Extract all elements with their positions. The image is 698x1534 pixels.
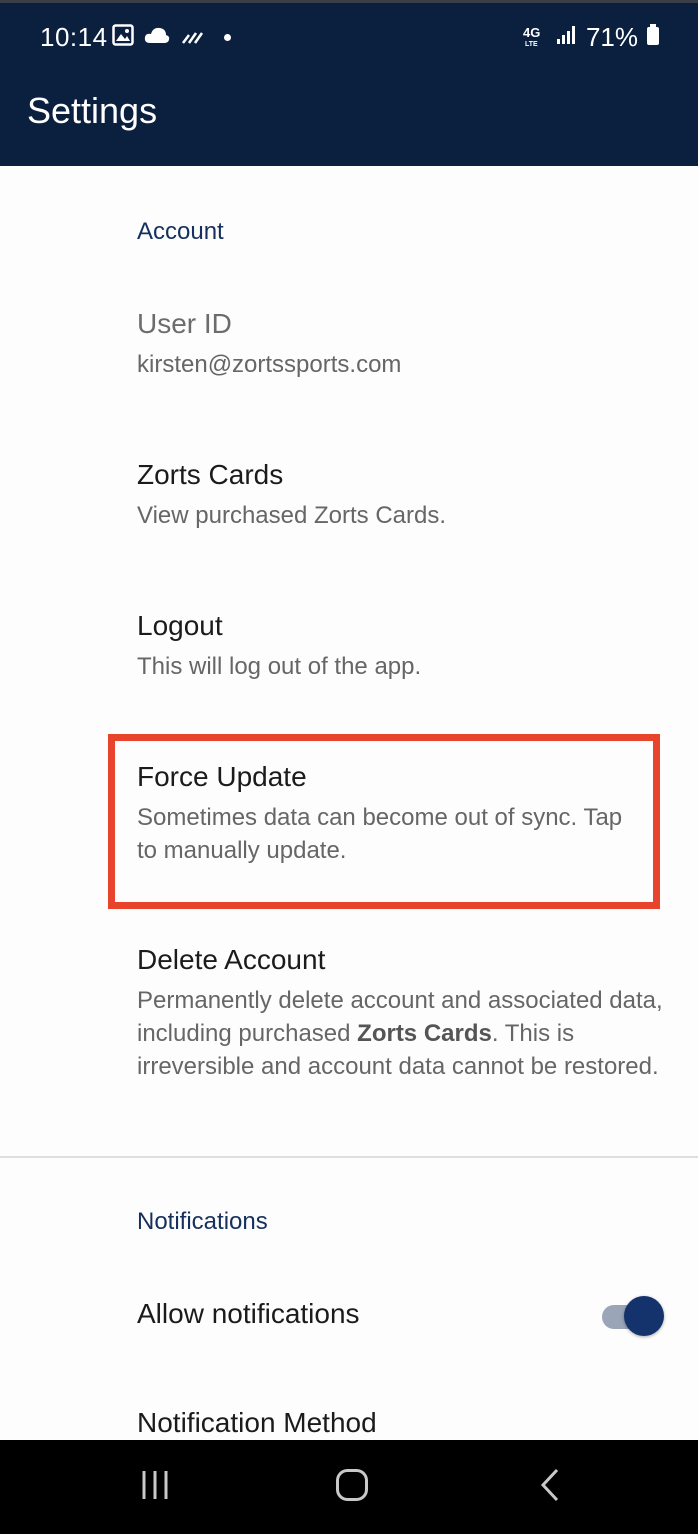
system-nav-bar [0,1440,698,1534]
lte-icon: 4G LTE [522,23,548,52]
pref-title: Allow notifications [137,1298,360,1329]
pref-summary: This will log out of the app. [137,653,422,680]
battery-percent: 71% [585,22,638,52]
pref-notification-method[interactable]: Notification Method [137,1405,667,1440]
dot-icon [224,33,231,41]
page-title: Settings [27,90,158,131]
pref-logout[interactable]: Logout This will log out of the app. [137,608,667,683]
status-time: 10:14 [40,22,108,52]
back-button[interactable] [490,1440,610,1534]
pref-title: Delete Account [137,944,326,975]
status-notification-icons [112,23,231,51]
section-divider [0,1156,698,1158]
status-system-icons: 4G LTE 71% [522,22,660,53]
allow-notifications-toggle[interactable] [600,1296,664,1336]
pref-summary: Permanently delete account and associate… [137,984,669,1083]
pref-title: Logout [137,610,223,641]
status-bar: 10:14 4G LTE 71% [0,0,698,57]
section-title-notifications: Notifications [137,1208,268,1235]
home-button[interactable] [292,1440,412,1534]
section-title-account: Account [137,218,224,245]
cloud-icon [144,26,170,49]
pref-title: Zorts Cards [137,459,284,490]
pref-zorts-cards[interactable]: Zorts Cards View purchased Zorts Cards. [137,457,667,532]
recents-button[interactable] [95,1440,215,1534]
back-icon [539,1468,561,1507]
image-icon [112,23,134,51]
pref-summary: View purchased Zorts Cards. [137,502,447,529]
cellular-icon [556,25,578,50]
summary-text-bold: Zorts Cards [357,1020,492,1047]
pref-allow-notifications[interactable]: Allow notifications [137,1296,577,1332]
highlight-box [108,734,660,909]
battery-icon [646,24,660,51]
signal-bars-icon [180,25,204,50]
pref-summary: kirsten@zortssports.com [137,351,402,378]
home-icon [335,1468,369,1507]
status-bar-edge [0,0,698,3]
svg-text:4G: 4G [523,25,540,40]
settings-list[interactable]: Account User ID kirsten@zortssports.com … [0,166,698,1440]
pref-user-id: User ID kirsten@zortssports.com [137,306,667,381]
svg-text:LTE: LTE [525,41,538,47]
app-bar: Settings [0,57,698,166]
pref-title: User ID [137,308,232,339]
recents-icon [139,1469,171,1506]
toggle-thumb [624,1296,664,1336]
pref-title: Notification Method [137,1407,377,1438]
pref-delete-account[interactable]: Delete Account Permanently delete accoun… [137,942,669,1083]
